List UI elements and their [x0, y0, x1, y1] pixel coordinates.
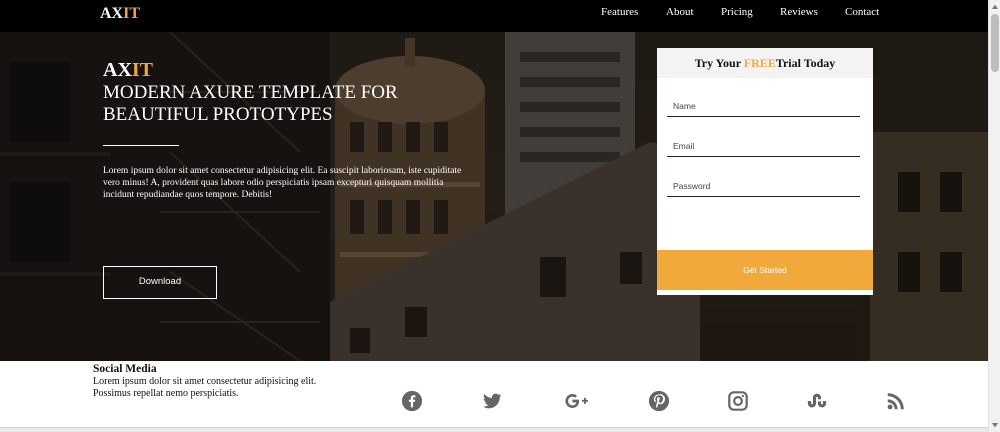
facebook-icon[interactable] — [401, 390, 423, 412]
pinterest-icon[interactable] — [648, 390, 670, 412]
hero-brand-text: AX — [103, 59, 132, 81]
rss-icon[interactable] — [885, 390, 907, 412]
scrollbar-thumb[interactable] — [991, 14, 999, 72]
name-field — [667, 95, 860, 117]
google-plus-icon[interactable] — [564, 390, 590, 412]
hero-divider — [103, 145, 179, 146]
twitter-icon[interactable] — [481, 390, 503, 412]
hero-brand-accent: IT — [131, 59, 154, 81]
name-input[interactable] — [667, 95, 860, 116]
stumbleupon-icon[interactable] — [806, 390, 828, 412]
trial-form-title: Try Your FREETrial Today — [657, 48, 873, 78]
top-navbar: AXIT Features About Pricing Reviews Cont… — [0, 0, 988, 32]
nav-link-reviews[interactable]: Reviews — [780, 6, 818, 18]
social-media-section: Social Media Lorem ipsum dolor sit amet … — [0, 361, 988, 427]
email-field — [667, 135, 860, 157]
trial-title-accent: FREE — [743, 56, 776, 70]
scroll-down-arrow-icon[interactable] — [991, 421, 999, 429]
download-button[interactable]: Download — [103, 266, 217, 299]
vertical-scrollbar[interactable] — [988, 0, 1000, 432]
nav-link-pricing[interactable]: Pricing — [721, 6, 753, 18]
hero-brand: AXIT — [103, 59, 153, 81]
social-description: Lorem ipsum dolor sit amet consectetur a… — [93, 376, 317, 399]
scroll-up-arrow-icon[interactable] — [991, 3, 999, 11]
password-field — [667, 175, 860, 197]
password-input[interactable] — [667, 175, 860, 196]
trial-signup-form: Try Your FREETrial Today Get Started — [657, 48, 873, 295]
instagram-icon[interactable] — [727, 390, 749, 412]
hero-description: Lorem ipsum dolor sit amet consectetur a… — [103, 166, 462, 200]
hero-title: MODERN AXURE TEMPLATE FOR BEAUTIFUL PROT… — [103, 82, 398, 125]
nav-link-features[interactable]: Features — [601, 6, 638, 18]
email-input[interactable] — [667, 135, 860, 156]
nav-link-contact[interactable]: Contact — [845, 6, 879, 18]
nav-link-about[interactable]: About — [666, 6, 694, 18]
social-title: Social Media — [93, 363, 157, 375]
hero-section: AXIT MODERN AXURE TEMPLATE FOR BEAUTIFUL… — [0, 32, 988, 361]
nav-links: Features About Pricing Reviews Contact — [0, 6, 988, 20]
trial-title-post: Trial Today — [775, 56, 836, 70]
trial-title-pre: Try Your — [694, 56, 744, 70]
page-bottom-edge — [0, 427, 988, 432]
get-started-button[interactable]: Get Started — [657, 250, 873, 290]
